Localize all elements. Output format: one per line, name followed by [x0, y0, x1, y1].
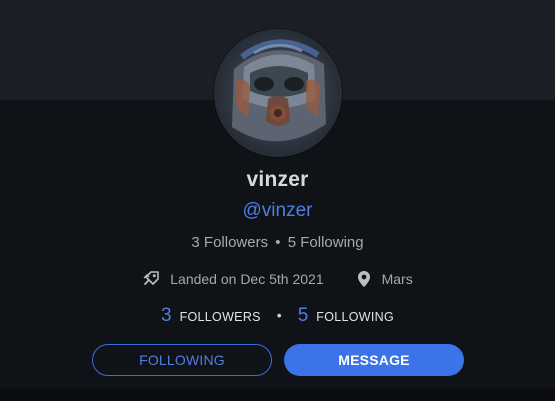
- landed-text: Landed on Dec 5th 2021: [170, 271, 324, 287]
- stats-separator: •: [276, 307, 282, 323]
- rocket-landing-icon: [143, 271, 160, 285]
- followers-stat[interactable]: 3 FOLLOWERS: [161, 305, 261, 327]
- avatar-image: [214, 29, 342, 157]
- profile-meta: Landed on Dec 5th 2021 Mars: [0, 267, 555, 291]
- follow-summary: 3 Followers • 5 Following: [0, 234, 555, 251]
- following-label: FOLLOWING: [316, 310, 394, 324]
- map-pin-icon: [357, 271, 370, 287]
- followers-summary: 3 Followers: [191, 234, 269, 251]
- following-button[interactable]: FOLLOWING: [92, 344, 272, 376]
- message-button[interactable]: MESSAGE: [284, 344, 464, 376]
- location: Mars: [356, 270, 413, 288]
- following-number: 5: [297, 305, 309, 326]
- landed-date: Landed on Dec 5th 2021: [142, 270, 324, 288]
- display-name: vinzer: [246, 168, 309, 191]
- followers-number: 3: [161, 305, 172, 326]
- followers-label: FOLLOWERS: [179, 310, 261, 324]
- bottom-divider: [0, 388, 555, 401]
- location-text: Mars: [381, 271, 413, 287]
- summary-separator: •: [275, 234, 281, 251]
- following-summary: 5 Following: [287, 234, 364, 251]
- follow-stats: 3 FOLLOWERS • 5 FOLLOWING: [0, 303, 555, 329]
- user-handle[interactable]: @vinzer: [0, 200, 555, 222]
- following-stat[interactable]: 5 FOLLOWING: [298, 305, 394, 327]
- avatar[interactable]: [214, 29, 342, 157]
